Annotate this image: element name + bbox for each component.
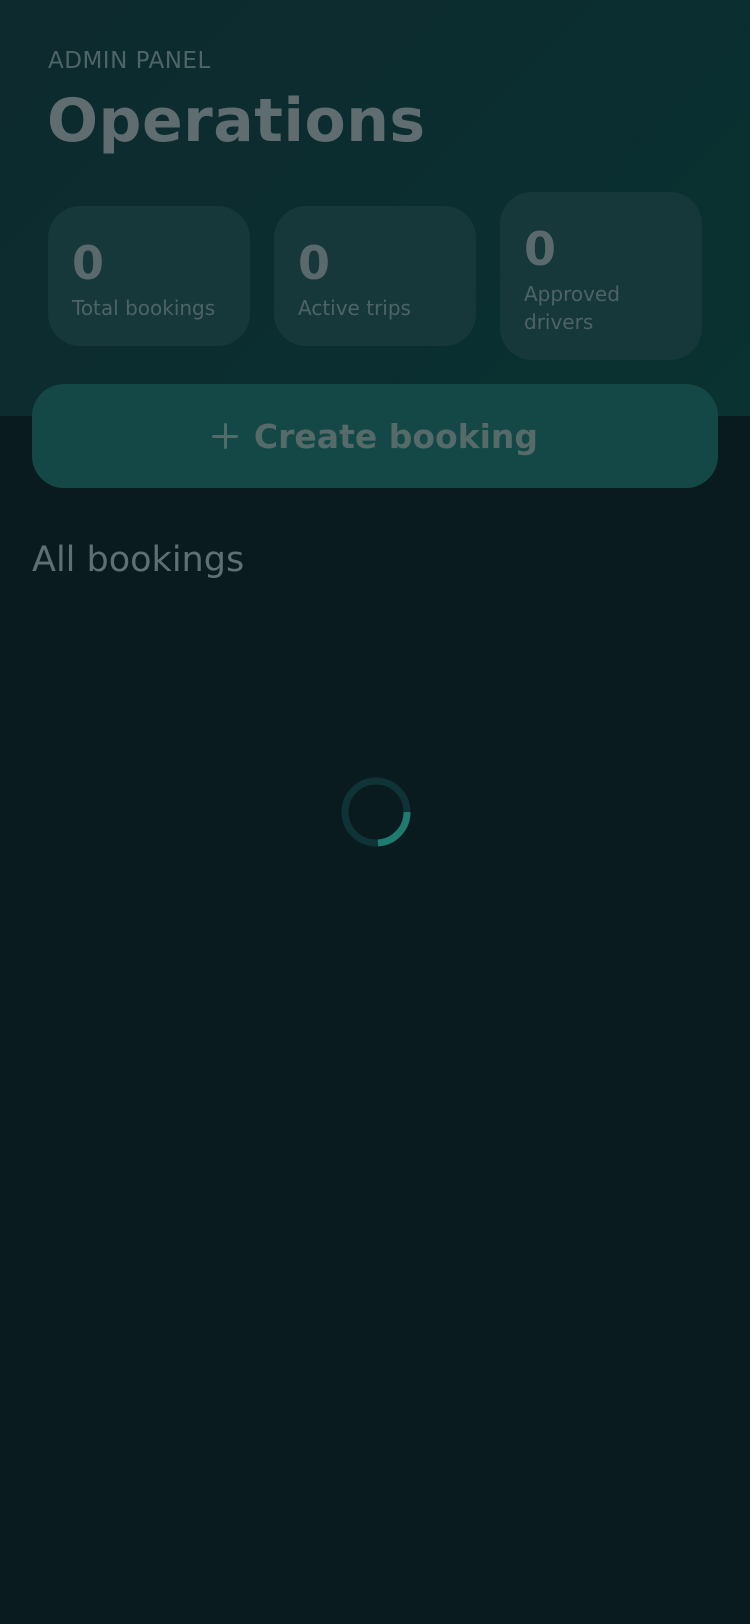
plus-icon [211, 423, 238, 449]
stat-label: Total bookings [72, 296, 216, 320]
stat-value: 0 [524, 222, 557, 276]
stat-label: Approved drivers [524, 282, 620, 334]
stat-label: Active trips [298, 296, 411, 320]
stat-card-total-bookings: 0 Total bookings [48, 206, 250, 346]
loading-spinner-icon [341, 777, 411, 847]
stat-card-approved-drivers: 0 Approved drivers [500, 192, 702, 360]
create-booking-label: Create booking [253, 416, 539, 456]
header: ADMIN PANEL Operations 0 Total bookings … [0, 0, 750, 416]
page-title: Operations [47, 86, 426, 156]
create-booking-button[interactable]: Create booking [32, 384, 718, 488]
spinner-arc [377, 811, 411, 847]
eyebrow-label: ADMIN PANEL [48, 48, 211, 74]
stat-value: 0 [298, 236, 331, 290]
stat-value: 0 [72, 236, 105, 290]
section-title-all-bookings: All bookings [32, 540, 245, 580]
stat-card-active-trips: 0 Active trips [274, 206, 476, 346]
